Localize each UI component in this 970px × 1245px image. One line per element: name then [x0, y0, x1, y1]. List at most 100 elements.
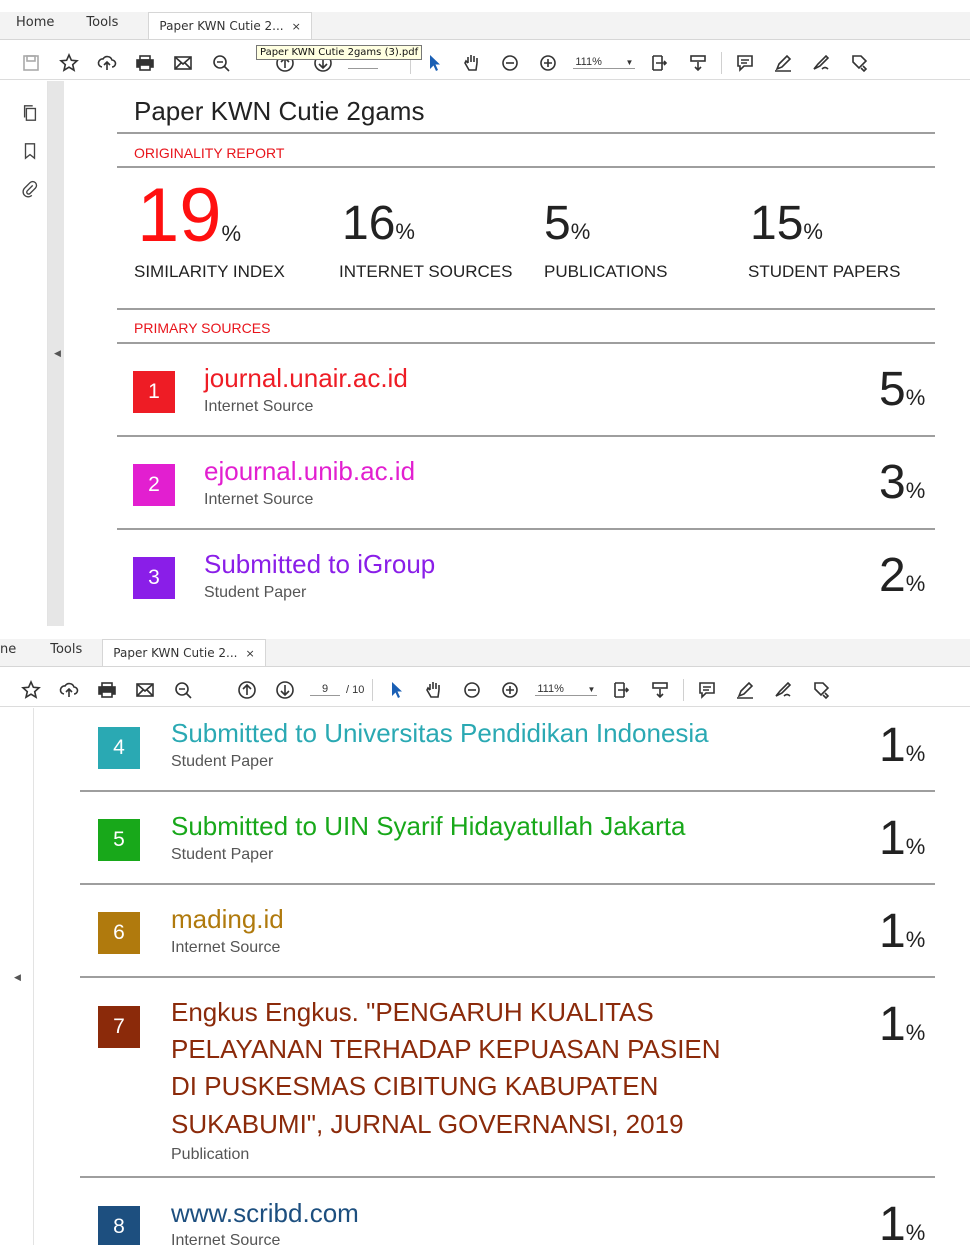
- email-button[interactable]: [164, 46, 202, 80]
- highlight-button[interactable]: [764, 46, 802, 80]
- highlight-button[interactable]: [726, 673, 764, 707]
- source-type: Student Paper: [171, 846, 274, 863]
- toolbar-divider: [721, 51, 723, 74]
- source-name-line[interactable]: DI PUSKESMAS CIBITUNG KABUPATEN: [171, 1068, 658, 1105]
- comment-button[interactable]: [726, 46, 764, 80]
- hand-tool-button[interactable]: [415, 673, 453, 707]
- source-number-badge: 5: [98, 819, 140, 861]
- email-button[interactable]: [126, 673, 164, 707]
- save-button[interactable]: [12, 46, 50, 80]
- source-percent-number: 2: [879, 549, 906, 602]
- source-percent: 1%: [879, 997, 925, 1052]
- bookmark-button[interactable]: [12, 673, 50, 707]
- collapse-arrow-icon[interactable]: ◀: [14, 972, 21, 983]
- page-indicator: 9 / 10: [310, 683, 364, 696]
- percent-sign: %: [905, 385, 926, 410]
- close-icon[interactable]: ×: [292, 20, 301, 33]
- scroll-mode-button[interactable]: [679, 46, 717, 80]
- tab-bar: Home Tools Paper KWN Cutie 2... ×: [0, 12, 970, 40]
- print-button[interactable]: [88, 673, 126, 707]
- source-name[interactable]: www.scribd.com: [171, 1195, 359, 1232]
- source-number-badge: 8: [98, 1206, 140, 1245]
- pages-panel-button[interactable]: [18, 101, 42, 125]
- source-number-badge: 3: [133, 557, 175, 599]
- select-tool-button[interactable]: [377, 673, 415, 707]
- tab-document-label: Paper KWN Cutie 2...: [113, 646, 238, 660]
- source-type: Internet Source: [171, 1232, 281, 1245]
- tab-document[interactable]: Paper KWN Cutie 2... ×: [148, 12, 312, 39]
- percent-sign: %: [905, 927, 926, 952]
- pen-icon: [775, 54, 792, 72]
- sign-button[interactable]: [764, 673, 802, 707]
- attachments-panel-button[interactable]: [18, 177, 42, 201]
- tab-home[interactable]: Home: [0, 11, 70, 39]
- divider: [117, 435, 935, 437]
- pen-icon: [737, 681, 754, 699]
- zoom-in-button[interactable]: [491, 673, 529, 707]
- source-percent-number: 1: [879, 1198, 906, 1245]
- fit-page-icon: [652, 54, 668, 71]
- divider: [80, 976, 935, 978]
- tab-document-label: Paper KWN Cutie 2...: [159, 19, 284, 33]
- hand-tool-button[interactable]: [453, 46, 491, 80]
- zoom-in-button[interactable]: [529, 46, 567, 80]
- source-name-line[interactable]: PELAYANAN TERHADAP KEPUASAN PASIEN: [171, 1031, 721, 1068]
- upload-button[interactable]: [50, 673, 88, 707]
- source-name[interactable]: ejournal.unib.ac.id: [204, 453, 415, 490]
- printer-icon: [136, 54, 154, 71]
- bookmarks-panel-button[interactable]: [18, 139, 42, 163]
- tab-home[interactable]: ne: [0, 638, 32, 666]
- chevron-down-icon: ▼: [587, 684, 596, 694]
- save-icon: [23, 54, 39, 71]
- find-button[interactable]: [164, 673, 202, 707]
- source-percent-number: 1: [879, 905, 906, 958]
- zoom-select[interactable]: 111% ▼: [535, 683, 598, 696]
- collapse-arrow-icon[interactable]: ◀: [54, 348, 61, 359]
- source-type: Student Paper: [204, 584, 307, 601]
- percent-sign: %: [803, 219, 823, 244]
- sign-button[interactable]: [802, 46, 840, 80]
- percent-sign: %: [905, 1220, 926, 1245]
- fit-page-button[interactable]: [641, 46, 679, 80]
- percent-sign: %: [905, 1020, 926, 1045]
- tab-document[interactable]: Paper KWN Cutie 2... ×: [102, 639, 266, 666]
- upload-button[interactable]: [88, 46, 126, 80]
- prev-page-button[interactable]: [228, 673, 266, 707]
- envelope-icon: [174, 55, 192, 70]
- fill-sign-button[interactable]: [840, 46, 878, 80]
- zoom-out-button[interactable]: [491, 46, 529, 80]
- comment-button[interactable]: [688, 673, 726, 707]
- fill-sign-button[interactable]: [802, 673, 840, 707]
- source-name[interactable]: journal.unair.ac.id: [204, 360, 408, 397]
- source-name-line[interactable]: Engkus Engkus. "PENGARUH KUALITAS: [171, 994, 654, 1031]
- print-button[interactable]: [126, 46, 164, 80]
- divider: [117, 342, 935, 344]
- percent-sign: %: [905, 834, 926, 859]
- source-name[interactable]: mading.id: [171, 901, 284, 938]
- zoom-value: 111%: [575, 56, 602, 68]
- close-icon[interactable]: ×: [245, 647, 254, 660]
- source-name-line[interactable]: SUKABUMI", JURNAL GOVERNANSI, 2019: [171, 1106, 684, 1143]
- source-name[interactable]: Submitted to iGroup: [204, 546, 435, 583]
- zoom-select[interactable]: 111% ▼: [573, 56, 636, 69]
- toolbar-divider: [683, 678, 685, 701]
- fit-page-button[interactable]: [603, 673, 641, 707]
- tag-edit-icon: [814, 681, 830, 699]
- minus-circle-icon: [464, 681, 481, 698]
- page-number-input[interactable]: 9: [310, 683, 340, 696]
- source-name[interactable]: Submitted to UIN Syarif Hidayatullah Jak…: [171, 808, 685, 845]
- fit-page-icon: [614, 681, 630, 698]
- percent-sign: %: [221, 221, 242, 246]
- toolbar-divider: [372, 678, 374, 701]
- bookmark-button[interactable]: [50, 46, 88, 80]
- find-button[interactable]: [202, 46, 240, 80]
- source-percent: 1%: [879, 811, 925, 866]
- next-page-button[interactable]: [266, 673, 304, 707]
- zoom-out-button[interactable]: [453, 673, 491, 707]
- scroll-mode-button[interactable]: [641, 673, 679, 707]
- similarity-number: 19: [137, 173, 222, 258]
- source-type: Internet Source: [204, 398, 314, 415]
- tab-tools[interactable]: Tools: [70, 11, 134, 39]
- tab-tools[interactable]: Tools: [32, 638, 98, 666]
- source-name[interactable]: Submitted to Universitas Pendidikan Indo…: [171, 715, 709, 752]
